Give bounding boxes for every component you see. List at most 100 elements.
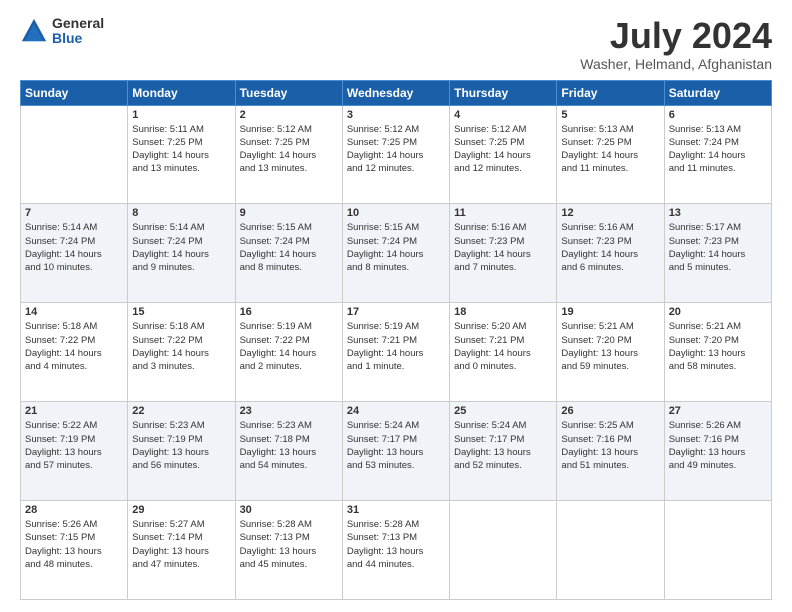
day-number: 27 [669,405,767,417]
table-cell: 8 Sunrise: 5:14 AM Sunset: 7:24 PM Daylig… [128,204,235,303]
day-number: 17 [347,306,445,318]
table-cell: 9 Sunrise: 5:15 AM Sunset: 7:24 PM Daylig… [235,204,342,303]
day-info: Sunrise: 5:26 AM Sunset: 7:15 PM Dayligh… [25,518,123,571]
page: General Blue July 2024 Washer, Helmand, … [0,0,792,612]
day-number: 26 [561,405,659,417]
table-cell: 30 Sunrise: 5:28 AM Sunset: 7:13 PM Dayli… [235,501,342,600]
day-number: 28 [25,504,123,516]
table-cell: 6 Sunrise: 5:13 AM Sunset: 7:24 PM Daylig… [664,105,771,204]
table-cell: 7 Sunrise: 5:14 AM Sunset: 7:24 PM Daylig… [21,204,128,303]
day-info: Sunrise: 5:21 AM Sunset: 7:20 PM Dayligh… [669,320,767,373]
col-friday: Friday [557,80,664,105]
table-row: 1Sunrise: 5:11 AM Sunset: 7:25 PM Daylig… [21,105,772,204]
day-number: 1 [132,109,230,121]
col-wednesday: Wednesday [342,80,449,105]
day-number: 16 [240,306,338,318]
day-info: Sunrise: 5:14 AM Sunset: 7:24 PM Dayligh… [25,221,123,274]
logo-general-text: General [52,16,104,31]
table-cell: 25 Sunrise: 5:24 AM Sunset: 7:17 PM Dayli… [450,402,557,501]
logo-icon [20,17,48,45]
day-number: 8 [132,207,230,219]
day-number: 25 [454,405,552,417]
table-cell: 21 Sunrise: 5:22 AM Sunset: 7:19 PM Dayli… [21,402,128,501]
day-number: 5 [561,109,659,121]
day-info: Sunrise: 5:26 AM Sunset: 7:16 PM Dayligh… [669,419,767,472]
table-cell: 16 Sunrise: 5:19 AM Sunset: 7:22 PM Dayli… [235,303,342,402]
day-info: Sunrise: 5:28 AM Sunset: 7:13 PM Dayligh… [240,518,338,571]
day-info: Sunrise: 5:13 AM Sunset: 7:24 PM Dayligh… [669,123,767,176]
day-number: 18 [454,306,552,318]
day-info: Sunrise: 5:27 AM Sunset: 7:14 PM Dayligh… [132,518,230,571]
day-info: Sunrise: 5:24 AM Sunset: 7:17 PM Dayligh… [347,419,445,472]
table-cell: 23 Sunrise: 5:23 AM Sunset: 7:18 PM Dayli… [235,402,342,501]
day-info: Sunrise: 5:19 AM Sunset: 7:21 PM Dayligh… [347,320,445,373]
col-tuesday: Tuesday [235,80,342,105]
day-info: Sunrise: 5:23 AM Sunset: 7:19 PM Dayligh… [132,419,230,472]
day-number: 10 [347,207,445,219]
day-number: 3 [347,109,445,121]
day-number: 21 [25,405,123,417]
col-sunday: Sunday [21,80,128,105]
table-cell: 12 Sunrise: 5:16 AM Sunset: 7:23 PM Dayli… [557,204,664,303]
day-number: 9 [240,207,338,219]
day-info: Sunrise: 5:24 AM Sunset: 7:17 PM Dayligh… [454,419,552,472]
day-info: Sunrise: 5:21 AM Sunset: 7:20 PM Dayligh… [561,320,659,373]
col-thursday: Thursday [450,80,557,105]
day-number: 6 [669,109,767,121]
day-info: Sunrise: 5:15 AM Sunset: 7:24 PM Dayligh… [240,221,338,274]
day-number: 23 [240,405,338,417]
table-cell: 27 Sunrise: 5:26 AM Sunset: 7:16 PM Dayli… [664,402,771,501]
table-cell [21,105,128,204]
table-cell: 24Sunrise: 5:24 AM Sunset: 7:17 PM Dayli… [342,402,449,501]
day-info: Sunrise: 5:19 AM Sunset: 7:22 PM Dayligh… [240,320,338,373]
day-info: Sunrise: 5:12 AM Sunset: 7:25 PM Dayligh… [347,123,445,176]
table-cell: 15Sunrise: 5:18 AM Sunset: 7:22 PM Dayli… [128,303,235,402]
day-info: Sunrise: 5:12 AM Sunset: 7:25 PM Dayligh… [454,123,552,176]
day-info: Sunrise: 5:13 AM Sunset: 7:25 PM Dayligh… [561,123,659,176]
day-number: 29 [132,504,230,516]
table-cell: 29 Sunrise: 5:27 AM Sunset: 7:14 PM Dayli… [128,501,235,600]
table-cell: 20Sunrise: 5:21 AM Sunset: 7:20 PM Dayli… [664,303,771,402]
logo: General Blue [20,16,104,47]
table-cell: 11 Sunrise: 5:16 AM Sunset: 7:23 PM Dayli… [450,204,557,303]
table-cell: 1Sunrise: 5:11 AM Sunset: 7:25 PM Daylig… [128,105,235,204]
table-cell: 2Sunrise: 5:12 AM Sunset: 7:25 PM Daylig… [235,105,342,204]
day-info: Sunrise: 5:16 AM Sunset: 7:23 PM Dayligh… [561,221,659,274]
table-cell: 4Sunrise: 5:12 AM Sunset: 7:25 PM Daylig… [450,105,557,204]
day-info: Sunrise: 5:22 AM Sunset: 7:19 PM Dayligh… [25,419,123,472]
header-row: Sunday Monday Tuesday Wednesday Thursday… [21,80,772,105]
table-cell: 31Sunrise: 5:28 AM Sunset: 7:13 PM Dayli… [342,501,449,600]
table-cell: 5 Sunrise: 5:13 AM Sunset: 7:25 PM Daylig… [557,105,664,204]
day-number: 12 [561,207,659,219]
table-cell: 14Sunrise: 5:18 AM Sunset: 7:22 PM Dayli… [21,303,128,402]
day-number: 30 [240,504,338,516]
table-row: 21 Sunrise: 5:22 AM Sunset: 7:19 PM Dayli… [21,402,772,501]
col-saturday: Saturday [664,80,771,105]
day-number: 7 [25,207,123,219]
table-cell: 3 Sunrise: 5:12 AM Sunset: 7:25 PM Daylig… [342,105,449,204]
day-number: 11 [454,207,552,219]
day-number: 2 [240,109,338,121]
day-info: Sunrise: 5:20 AM Sunset: 7:21 PM Dayligh… [454,320,552,373]
title-block: July 2024 Washer, Helmand, Afghanistan [580,16,772,72]
day-info: Sunrise: 5:25 AM Sunset: 7:16 PM Dayligh… [561,419,659,472]
day-number: 19 [561,306,659,318]
table-cell: 13Sunrise: 5:17 AM Sunset: 7:23 PM Dayli… [664,204,771,303]
day-info: Sunrise: 5:16 AM Sunset: 7:23 PM Dayligh… [454,221,552,274]
table-row: 28 Sunrise: 5:26 AM Sunset: 7:15 PM Dayli… [21,501,772,600]
main-title: July 2024 [580,16,772,56]
subtitle: Washer, Helmand, Afghanistan [580,56,772,72]
table-cell: 19 Sunrise: 5:21 AM Sunset: 7:20 PM Dayli… [557,303,664,402]
day-info: Sunrise: 5:14 AM Sunset: 7:24 PM Dayligh… [132,221,230,274]
header: General Blue July 2024 Washer, Helmand, … [20,16,772,72]
logo-text: General Blue [52,16,104,47]
day-info: Sunrise: 5:15 AM Sunset: 7:24 PM Dayligh… [347,221,445,274]
table-cell: 17 Sunrise: 5:19 AM Sunset: 7:21 PM Dayli… [342,303,449,402]
day-info: Sunrise: 5:18 AM Sunset: 7:22 PM Dayligh… [132,320,230,373]
logo-blue-text: Blue [52,31,104,46]
col-monday: Monday [128,80,235,105]
day-number: 13 [669,207,767,219]
day-info: Sunrise: 5:23 AM Sunset: 7:18 PM Dayligh… [240,419,338,472]
table-row: 14Sunrise: 5:18 AM Sunset: 7:22 PM Dayli… [21,303,772,402]
calendar-table: Sunday Monday Tuesday Wednesday Thursday… [20,80,772,600]
